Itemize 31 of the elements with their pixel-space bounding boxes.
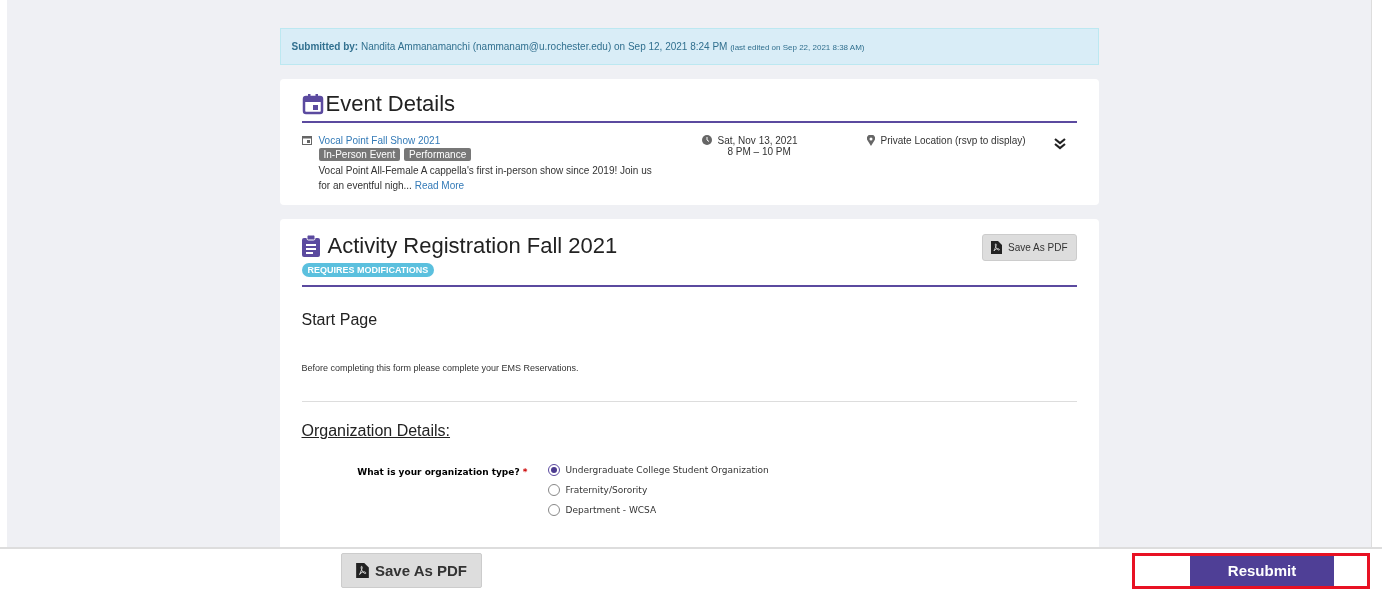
radio-label[interactable]: Undergraduate College Student Organization [565,465,769,475]
event-date: Sat, Nov 13, 2021 [717,135,798,146]
radio-label[interactable]: Department - WCSA [565,505,657,515]
calendar-icon [301,93,324,115]
event-tag: In-Person Event [318,148,401,161]
save-pdf-button[interactable]: Save As PDF [982,234,1077,261]
event-tag: Performance [404,148,472,161]
event-time: 8 PM – 10 PM [726,146,792,157]
page-title: Start Page [301,311,379,329]
radio-label[interactable]: Fraternity/Sorority [565,485,648,495]
pdf-file-icon [356,563,369,578]
map-pin-icon [866,135,875,146]
form-title: Activity Registration Fall 2021 [327,233,618,259]
required-mark: * [522,467,528,477]
clipboard-icon [301,235,320,257]
card-title: Event Details [325,91,456,117]
resubmit-button[interactable]: Resubmit [1190,555,1334,586]
pdf-file-icon [991,241,1003,254]
event-link[interactable]: Vocal Point Fall Show 2021 [318,135,441,146]
clock-icon [701,135,712,145]
expand-chevron-icon[interactable] [1052,137,1067,151]
section-title: Organization Details: [301,422,451,440]
submission-info: Submitted by: Nandita Ammanamanchi (nammanam@u.rochester.edu) on Sep 12, 2021 8:24 PM (last edited on Sep 22, 2021 8:38 AM) [291,41,865,52]
status-badge: REQUIRES MODIFICATIONS [301,263,435,277]
intro-text: Before completing this form please complete your EMS Reservations. [301,363,580,373]
calendar-icon [301,135,312,145]
read-more-link[interactable]: Read More [414,180,465,191]
event-description: Vocal Point All-Female A cappella's first in-person show since 2019! Join us for an eventful nigh... Read More [318,164,653,193]
event-location: Private Location (rsvp to display) [880,135,1026,148]
question-label: What is your organization type? * [356,466,528,479]
save-pdf-button[interactable]: Save As PDF [341,553,482,588]
